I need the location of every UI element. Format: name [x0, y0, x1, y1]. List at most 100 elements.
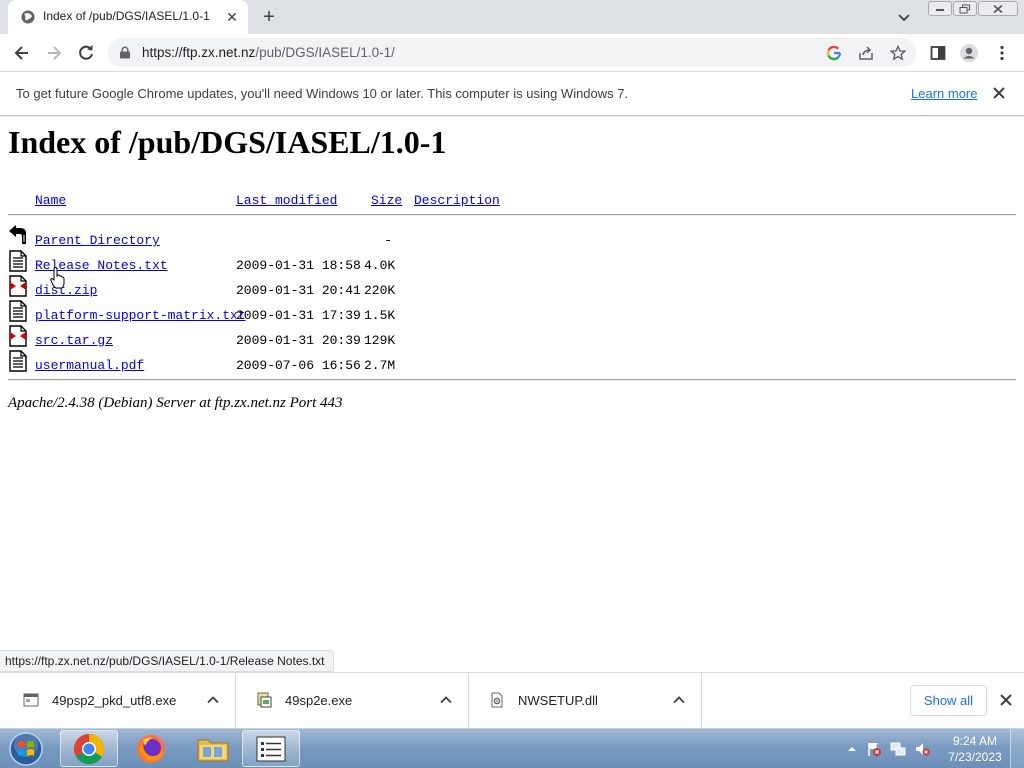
browser-tab-active[interactable]: Index of /pub/DGS/IASEL/1.0-1 ✕ [8, 0, 248, 34]
file-modified: 2009-07-06 16:56 [236, 358, 361, 373]
download-item[interactable]: 49sp2e.exe [236, 673, 469, 729]
column-header-last-modified[interactable]: Last modified [236, 193, 337, 208]
archive-file-icon [9, 275, 27, 297]
divider-top [8, 214, 1016, 216]
text-file-icon [9, 350, 27, 372]
show-all-downloads-button[interactable]: Show all [910, 685, 987, 716]
chrome-icon [73, 733, 105, 764]
server-signature: Apache/2.4.38 (Debian) Server at ftp.zx.… [8, 395, 343, 411]
back-icon [9, 225, 26, 244]
listing-row-parent-directory: Parent Directory - [0, 225, 1024, 258]
infobar-close-icon[interactable] [991, 85, 1007, 101]
file-modified: 2009-01-31 17:39 [236, 308, 361, 323]
tab-close-icon[interactable]: ✕ [224, 9, 240, 25]
file-size: 4.0K [364, 258, 396, 273]
window-minimize-button[interactable] [928, 1, 952, 16]
url-host: https://ftp.zx.net.nz [142, 45, 256, 60]
file-link[interactable]: dist.zip [35, 283, 97, 298]
column-header-description[interactable]: Description [414, 193, 500, 208]
page-content: Index of /pub/DGS/IASEL/1.0-1 Name Last … [0, 117, 1024, 672]
download-item[interactable]: NWSETUP.dll [469, 673, 702, 729]
new-tab-button[interactable]: + [258, 6, 280, 28]
file-modified: 2009-01-31 20:39 [236, 333, 361, 348]
link-status-bubble: https://ftp.zx.net.nz/pub/DGS/IASEL/1.0-… [0, 650, 334, 672]
learn-more-link[interactable]: Learn more [911, 86, 977, 101]
clock-date[interactable]: 7/23/2023 [940, 750, 1010, 764]
action-center-flag-icon[interactable] [866, 741, 882, 757]
lock-icon[interactable] [119, 46, 131, 59]
divider-bottom [8, 379, 1016, 381]
file-modified: 2009-01-31 20:41 [236, 283, 361, 298]
chevron-up-icon[interactable] [439, 693, 453, 707]
chevron-up-icon[interactable] [206, 693, 220, 707]
close-download-shelf-icon[interactable] [998, 692, 1014, 708]
download-shelf: 49psp2_pkd_utf8.exe 49sp2e.exe NWSETUP.d… [0, 672, 1024, 729]
update-infobar: To get future Google Chrome updates, you… [0, 71, 1024, 116]
dll-file-icon [491, 692, 503, 708]
back-arrow-icon[interactable] [12, 43, 32, 63]
file-size: 129K [364, 333, 396, 348]
file-modified: 2009-01-31 18:58 [236, 258, 361, 273]
download-item[interactable]: 49psp2_pkd_utf8.exe [3, 673, 236, 729]
taskbar-chrome[interactable] [60, 730, 118, 767]
firefox-icon [137, 734, 165, 763]
file-size: 220K [364, 283, 396, 298]
forward-arrow-icon[interactable] [44, 43, 64, 63]
globe-icon [21, 10, 35, 24]
column-header-name[interactable]: Name [35, 193, 66, 208]
taskbar-notepad[interactable] [242, 730, 300, 767]
side-panel-icon[interactable] [928, 43, 948, 63]
address-bar[interactable]: https://ftp.zx.net.nz/pub/DGS/IASEL/1.0-… [108, 38, 916, 67]
window-restore-button[interactable] [953, 1, 977, 16]
clock-time[interactable]: 9:24 AM [940, 734, 1010, 748]
share-icon[interactable] [858, 45, 874, 61]
minimize-icon [936, 8, 944, 11]
browser-toolbar: https://ftp.zx.net.nz/pub/DGS/IASEL/1.0-… [0, 34, 1024, 71]
download-filename: 49psp2_pkd_utf8.exe [52, 693, 177, 708]
listing-row: Release Notes.txt 2009-01-31 18:58 4.0K [0, 250, 1024, 283]
restore-icon [959, 4, 970, 13]
window-close-button[interactable] [978, 1, 1018, 16]
url-text[interactable]: https://ftp.zx.net.nz/pub/DGS/IASEL/1.0-… [142, 45, 395, 60]
file-link[interactable]: usermanual.pdf [35, 358, 144, 373]
tab-title: Index of /pub/DGS/IASEL/1.0-1 [43, 9, 210, 23]
file-link[interactable]: src.tar.gz [35, 333, 113, 348]
file-size: - [384, 233, 392, 248]
listing-row: dist.zip 2009-01-31 20:41 220K [0, 275, 1024, 308]
menu-kebab-icon[interactable] [992, 43, 1012, 63]
infobar-message: To get future Google Chrome updates, you… [16, 86, 629, 101]
volume-muted-icon[interactable] [914, 741, 930, 757]
tab-search-chevron-icon[interactable] [896, 9, 912, 25]
taskbar-file-explorer[interactable] [184, 730, 242, 767]
file-link[interactable]: platform-support-matrix.txt [35, 308, 246, 323]
url-path: /pub/DGS/IASEL/1.0-1/ [255, 45, 395, 60]
download-filename: 49sp2e.exe [285, 693, 353, 708]
text-file-icon [9, 250, 27, 272]
file-link[interactable]: Parent Directory [35, 233, 160, 248]
network-icon[interactable] [890, 741, 906, 757]
text-file-icon [9, 300, 27, 322]
taskbar-firefox[interactable] [122, 730, 180, 767]
download-filename: NWSETUP.dll [518, 693, 598, 708]
installer-file-icon [257, 692, 272, 708]
page-title: Index of /pub/DGS/IASEL/1.0-1 [8, 124, 447, 160]
archive-file-icon [9, 325, 27, 347]
reload-icon[interactable] [76, 43, 96, 63]
column-header-size[interactable]: Size [371, 193, 402, 208]
folder-icon [197, 739, 229, 761]
show-desktop-button[interactable] [1010, 729, 1024, 768]
file-size: 1.5K [364, 308, 396, 323]
file-size: 2.7M [364, 358, 396, 373]
bookmark-star-icon[interactable] [890, 45, 906, 61]
windows-taskbar: 9:24 AM 7/23/2023 [0, 728, 1024, 768]
google-lens-icon[interactable] [826, 45, 842, 61]
show-hidden-icons-icon[interactable] [844, 741, 860, 757]
listing-row: platform-support-matrix.txt 2009-01-31 1… [0, 300, 1024, 333]
tab-strip: Index of /pub/DGS/IASEL/1.0-1 ✕ + [0, 0, 1024, 34]
profile-avatar-icon[interactable] [959, 43, 979, 63]
exe-file-icon [23, 693, 39, 707]
start-button-icon[interactable] [4, 731, 48, 767]
system-tray: 9:24 AM 7/23/2023 [840, 729, 1024, 768]
chevron-up-icon[interactable] [672, 693, 686, 707]
hand-cursor-icon [50, 267, 65, 289]
